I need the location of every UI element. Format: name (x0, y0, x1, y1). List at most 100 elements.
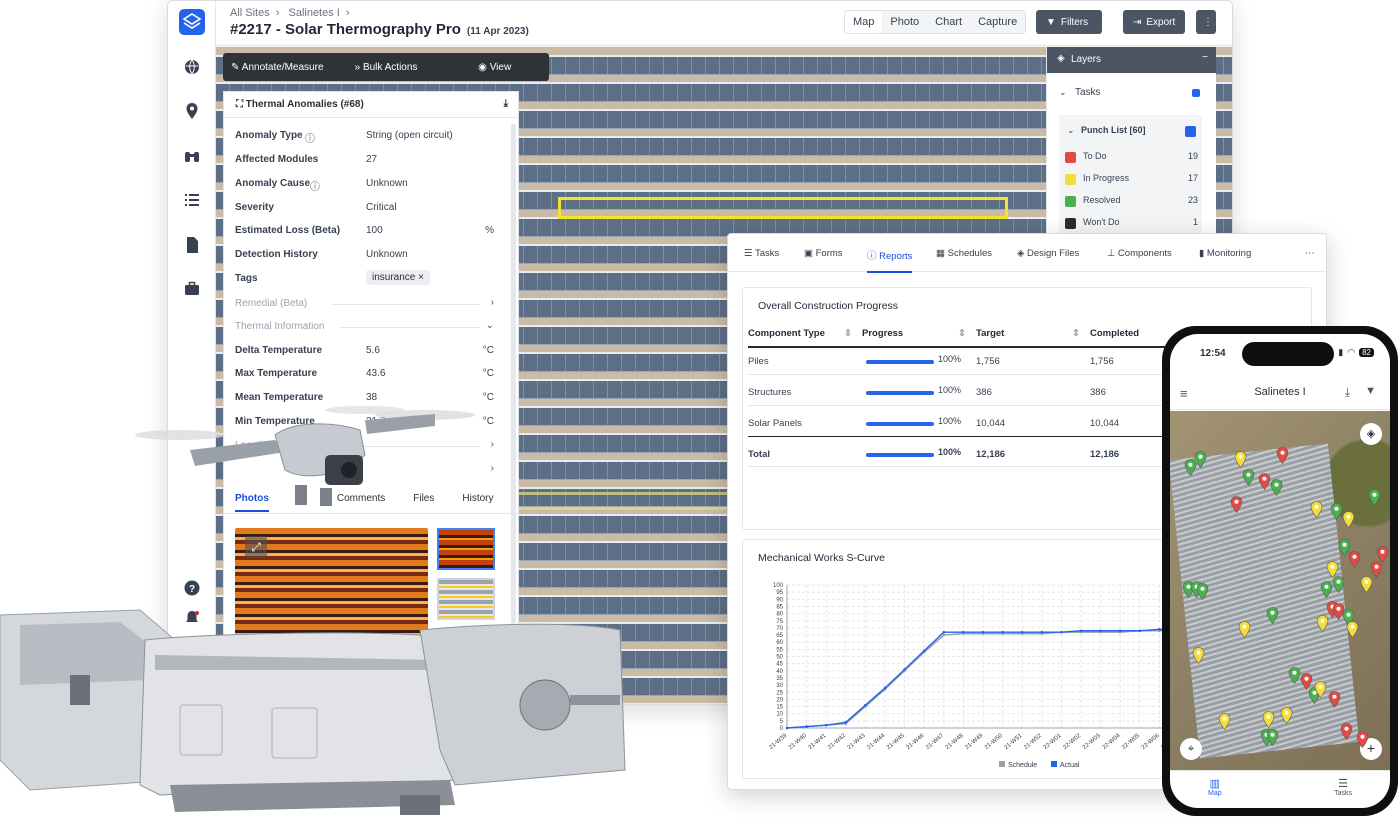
help-icon[interactable]: ? (183, 579, 201, 597)
phone-map[interactable]: ◈ ⌖ + (1170, 411, 1390, 770)
more-menu-button[interactable]: ⋮ (1196, 10, 1216, 34)
pencil-icon: ✎ (231, 61, 242, 73)
legend-item[interactable]: Won't Do 1 (1059, 217, 1202, 231)
map-pin-icon[interactable] (1270, 479, 1283, 496)
app-logo-icon[interactable] (179, 9, 205, 35)
map-pin-icon[interactable] (1316, 615, 1329, 632)
map-pin-icon[interactable] (1328, 691, 1341, 708)
map-pin-icon[interactable] (1314, 681, 1327, 698)
map-pin-icon[interactable] (1196, 583, 1209, 600)
map-pin-icon[interactable] (1356, 731, 1369, 748)
map-pin-icon[interactable] (1266, 607, 1279, 624)
field-value[interactable]: String (open circuit) (366, 130, 453, 141)
column-header[interactable]: Completed (1090, 328, 1139, 339)
sort-icon[interactable]: ⇕ (844, 328, 852, 339)
location-pin-icon[interactable] (183, 102, 201, 120)
map-pin-icon[interactable] (1342, 511, 1355, 528)
expand-icon[interactable]: ⛶ (236, 99, 246, 110)
photo-thumbnail[interactable] (437, 528, 495, 570)
filters-button[interactable]: ▼ Filters ⋮ (1036, 10, 1111, 34)
legend-item[interactable]: To Do 19 (1059, 151, 1202, 165)
field-value[interactable]: 27 (366, 154, 377, 165)
binoculars-icon[interactable] (183, 147, 201, 165)
globe-icon[interactable] (183, 58, 201, 76)
map-pin-icon[interactable] (1310, 501, 1323, 518)
tab-schedules[interactable]: ▦ Schedules (936, 248, 992, 259)
map-pin-icon[interactable] (1262, 711, 1275, 728)
legend-item[interactable]: In Progress 17 (1059, 173, 1202, 187)
tab-forms[interactable]: ▣ Forms (804, 248, 843, 259)
map-pin-icon[interactable] (1230, 496, 1243, 513)
tab-design-files[interactable]: ◈ Design Files (1017, 248, 1079, 259)
remedial-section[interactable]: Remedial (Beta) › (235, 297, 500, 309)
locate-icon[interactable]: ⌖ (1180, 738, 1202, 760)
layer-tasks-row[interactable]: ⌄ Tasks (1059, 87, 1202, 101)
column-header[interactable]: Component Type (748, 328, 825, 339)
column-header[interactable]: Target (976, 328, 1004, 339)
map-pin-icon[interactable] (1238, 621, 1251, 638)
map-pin-icon[interactable] (1266, 729, 1279, 746)
sort-icon[interactable]: ⇕ (1072, 328, 1080, 339)
map-pin-icon[interactable] (1276, 447, 1289, 464)
tab-chart[interactable]: Chart (927, 11, 970, 33)
export-button[interactable]: ⇥ Export (1123, 10, 1185, 34)
breadcrumb-site[interactable]: Salinetes I (288, 7, 339, 19)
fullscreen-icon[interactable]: ⤢ (245, 536, 267, 558)
data-point-actual (962, 630, 965, 634)
column-header[interactable]: Progress (862, 328, 903, 339)
tab-photo[interactable]: Photo (882, 11, 927, 33)
map-pin-icon[interactable] (1348, 551, 1361, 568)
view-button[interactable]: ◉ View (440, 62, 549, 73)
filter-icon[interactable]: ▼ (1365, 385, 1376, 397)
scurve-chart[interactable]: 051015 20253035404550 556065707580 85909510… (749, 570, 1189, 780)
breadcrumb-root[interactable]: All Sites (230, 7, 270, 19)
field-value[interactable]: Critical (366, 202, 397, 213)
map-pin-icon[interactable] (1192, 647, 1205, 664)
map-pin-icon[interactable] (1194, 451, 1207, 468)
map-pin-icon[interactable] (1368, 489, 1381, 506)
tag-chip[interactable]: insurance × (366, 270, 430, 285)
tab-components[interactable]: ⊥ Components (1107, 248, 1172, 259)
nav-tasks[interactable]: ☰ Tasks (1334, 777, 1352, 797)
tab-monitoring[interactable]: ▮ Monitoring (1199, 248, 1251, 259)
nav-map[interactable]: ▥ Map (1208, 777, 1222, 797)
sort-icon[interactable]: ⇕ (958, 328, 966, 339)
field-value[interactable]: 100 (366, 225, 383, 236)
list-icon[interactable] (183, 191, 201, 209)
layers-icon[interactable]: ◈ (1360, 423, 1382, 445)
map-pin-icon[interactable] (1360, 576, 1373, 593)
layers-header[interactable]: ◈ Layers − (1047, 47, 1216, 73)
checkbox[interactable] (1192, 89, 1200, 97)
anomaly-highlight[interactable] (558, 197, 1008, 219)
map-pin-icon[interactable] (1288, 667, 1301, 684)
tab-map[interactable]: Map (845, 11, 883, 33)
document-icon[interactable] (183, 236, 201, 254)
map-pin-icon[interactable] (1332, 576, 1345, 593)
close-icon[interactable]: × (418, 272, 424, 283)
tab-tasks[interactable]: ☰ Tasks (744, 248, 779, 259)
field-value[interactable]: Unknown (366, 249, 408, 260)
map-pin-icon[interactable] (1280, 707, 1293, 724)
punch-list-row[interactable]: ⌄ Punch List [60] (1067, 125, 1196, 139)
more-icon[interactable]: ⋯ (1305, 248, 1315, 259)
map-pin-icon[interactable] (1346, 621, 1359, 638)
tab-capture[interactable]: Capture (970, 11, 1025, 33)
checkbox[interactable] (1185, 126, 1196, 137)
legend-item[interactable]: Resolved 23 (1059, 195, 1202, 209)
map-pin-icon[interactable] (1234, 451, 1247, 468)
tab-reports[interactable]: ⓘ Reports (867, 248, 913, 273)
briefcase-icon[interactable] (183, 280, 201, 298)
download-icon[interactable]: ⤓ (1345, 385, 1350, 400)
bulk-actions-button[interactable]: » Bulk Actions (332, 62, 441, 73)
annotate-measure-button[interactable]: ✎ Annotate/Measure (223, 62, 332, 73)
map-pin-icon[interactable] (1320, 581, 1333, 598)
map-pin-icon[interactable] (1242, 469, 1255, 486)
map-pin-icon[interactable] (1218, 713, 1231, 730)
collapse-icon[interactable]: − (1202, 52, 1208, 63)
field-value[interactable]: Unknown (366, 178, 408, 189)
map-pin-icon[interactable] (1332, 603, 1345, 620)
panel-scrollbar[interactable] (511, 124, 516, 624)
map-pin-icon[interactable] (1340, 723, 1353, 740)
download-icon[interactable]: ⤓ (504, 98, 508, 109)
thermal-info-section[interactable]: Thermal Information ⌄ (235, 320, 500, 332)
